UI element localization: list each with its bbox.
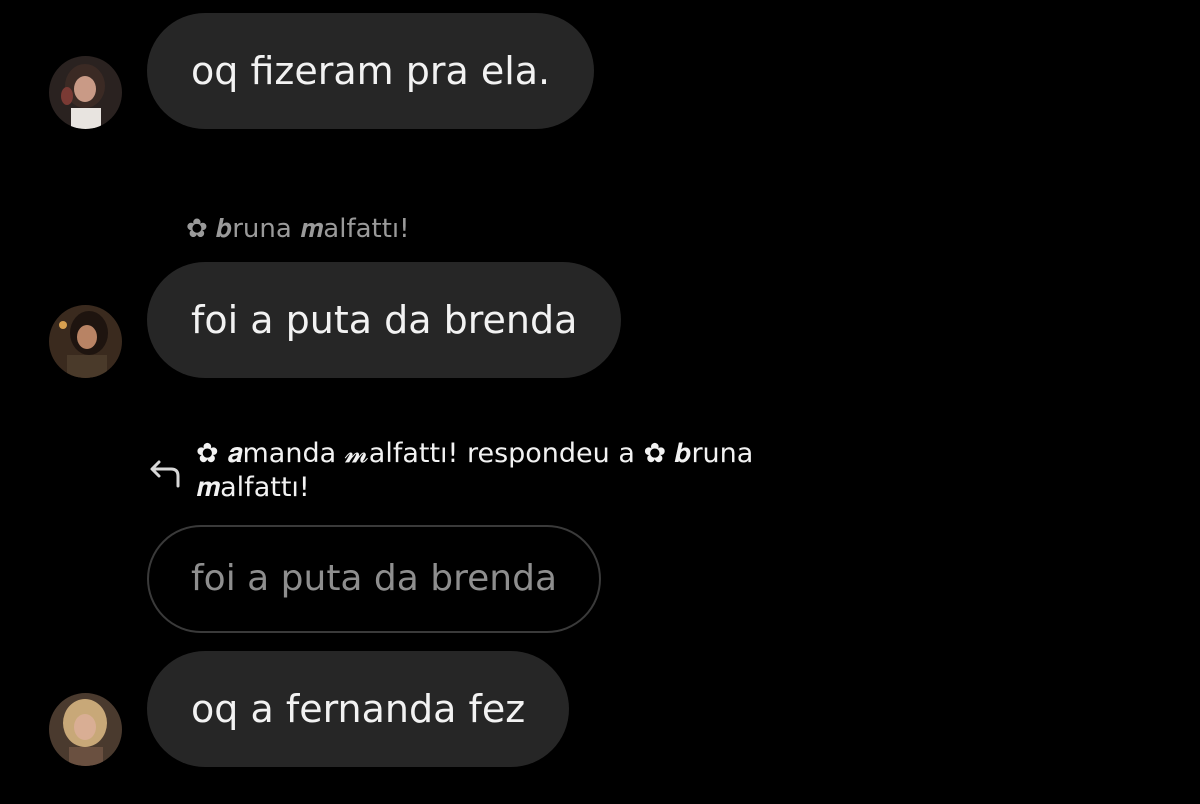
avatar[interactable]	[49, 305, 122, 378]
message-bubble[interactable]: oq a fernanda fez	[147, 651, 570, 767]
avatar[interactable]	[49, 693, 122, 766]
avatar-photo	[49, 693, 122, 766]
reply-label: ✿ 𝒂manda 𝓶alfattı! respondeu a ✿ 𝒃runa 𝒎…	[196, 438, 754, 503]
sender-name: ✿ 𝒃runa 𝒎alfattı!	[186, 214, 410, 244]
message-text: foi a puta da brenda	[191, 298, 578, 342]
avatar-photo	[49, 56, 122, 129]
message-text: oq a fernanda fez	[191, 687, 526, 731]
avatar-photo	[49, 305, 122, 378]
message-text: oq fizeram pra ela.	[191, 49, 551, 93]
reply-icon	[150, 460, 180, 488]
avatar[interactable]	[49, 56, 122, 129]
message-bubble[interactable]: foi a puta da brenda	[147, 262, 622, 378]
quoted-text: foi a puta da brenda	[191, 558, 558, 599]
message-bubble[interactable]: oq fizeram pra ela.	[147, 13, 595, 129]
quoted-message[interactable]: foi a puta da brenda	[147, 525, 602, 633]
